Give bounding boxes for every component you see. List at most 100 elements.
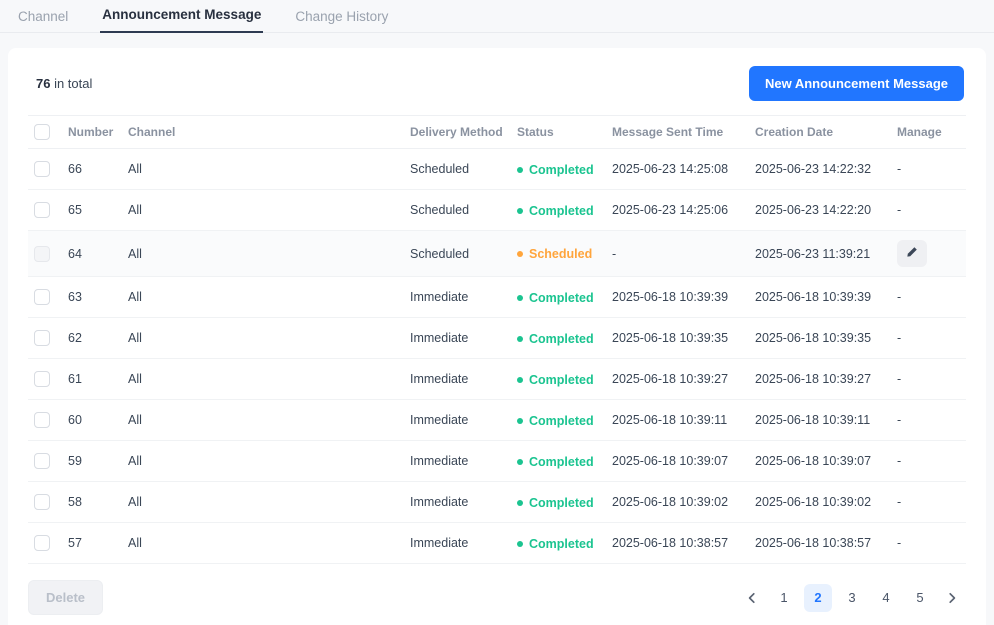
row-creation-date: 2025-06-18 10:39:07	[755, 441, 897, 482]
status-badge: Completed	[517, 496, 594, 510]
row-channel: All	[128, 482, 410, 523]
table-row: 64AllScheduledScheduled-2025-06-23 11:39…	[28, 231, 966, 277]
status-badge: Completed	[517, 537, 594, 551]
row-creation-date: 2025-06-18 10:39:27	[755, 359, 897, 400]
row-delivery-method: Scheduled	[410, 231, 517, 277]
row-checkbox[interactable]	[34, 161, 50, 177]
row-creation-date: 2025-06-18 10:39:35	[755, 318, 897, 359]
total-count-suffix: in total	[50, 76, 92, 91]
page-button-4[interactable]: 4	[872, 584, 900, 612]
tab-bar: Channel Announcement Message Change Hist…	[0, 0, 994, 33]
table-row: 58AllImmediateCompleted2025-06-18 10:39:…	[28, 482, 966, 523]
new-announcement-message-button[interactable]: New Announcement Message	[749, 66, 964, 101]
tab-change-history[interactable]: Change History	[293, 1, 390, 33]
status-dot-icon	[517, 336, 523, 342]
status-badge: Scheduled	[517, 247, 592, 261]
row-message-sent-time: 2025-06-23 14:25:08	[612, 149, 755, 190]
card-toolbar: 76 in total New Announcement Message	[28, 48, 966, 115]
header-number: Number	[68, 116, 128, 149]
row-message-sent-time: 2025-06-18 10:39:39	[612, 277, 755, 318]
table-row: 65AllScheduledCompleted2025-06-23 14:25:…	[28, 190, 966, 231]
status-label: Completed	[529, 537, 594, 551]
row-checkbox[interactable]	[34, 494, 50, 510]
row-number: 65	[68, 190, 128, 231]
chevron-left-icon[interactable]	[740, 584, 764, 612]
row-channel: All	[128, 400, 410, 441]
status-badge: Completed	[517, 414, 594, 428]
row-channel: All	[128, 523, 410, 564]
row-manage-cell: -	[897, 277, 966, 318]
row-number: 62	[68, 318, 128, 359]
row-manage-cell: -	[897, 359, 966, 400]
row-number: 57	[68, 523, 128, 564]
row-channel: All	[128, 149, 410, 190]
row-message-sent-time: 2025-06-18 10:39:11	[612, 400, 755, 441]
page-button-5[interactable]: 5	[906, 584, 934, 612]
row-checkbox[interactable]	[34, 330, 50, 346]
table-row: 62AllImmediateCompleted2025-06-18 10:39:…	[28, 318, 966, 359]
row-channel: All	[128, 231, 410, 277]
row-checkbox[interactable]	[34, 412, 50, 428]
row-creation-date: 2025-06-23 14:22:32	[755, 149, 897, 190]
table-row: 59AllImmediateCompleted2025-06-18 10:39:…	[28, 441, 966, 482]
row-delivery-method: Scheduled	[410, 190, 517, 231]
row-delivery-method: Immediate	[410, 277, 517, 318]
status-badge: Completed	[517, 204, 594, 218]
status-dot-icon	[517, 541, 523, 547]
table-row: 57AllImmediate Completed 2025-06-18 10:38:…	[28, 523, 966, 564]
row-channel: All	[128, 441, 410, 482]
pencil-icon	[906, 246, 918, 261]
row-channel: All	[128, 359, 410, 400]
chevron-right-icon[interactable]	[940, 584, 964, 612]
row-manage-cell: -	[897, 441, 966, 482]
row-manage-cell	[897, 231, 966, 277]
tab-announcement-message[interactable]: Announcement Message	[100, 0, 263, 33]
header-manage: Manage	[897, 116, 966, 149]
status-dot-icon	[517, 459, 523, 465]
row-message-sent-time: 2025-06-18 10:38:57	[612, 523, 755, 564]
status-label: Completed	[529, 414, 594, 428]
header-channel: Channel	[128, 116, 410, 149]
status-label: Completed	[529, 291, 594, 305]
status-dot-icon	[517, 500, 523, 506]
row-channel: All	[128, 190, 410, 231]
table-row: 61AllImmediateCompleted2025-06-18 10:39:…	[28, 359, 966, 400]
status-badge: Completed	[517, 455, 594, 469]
row-message-sent-time: 2025-06-18 10:39:27	[612, 359, 755, 400]
page-button-1[interactable]: 1	[770, 584, 798, 612]
tab-channel[interactable]: Channel	[16, 1, 70, 33]
row-checkbox[interactable]	[34, 289, 50, 305]
row-manage-cell: -	[897, 318, 966, 359]
row-number: 60	[68, 400, 128, 441]
row-creation-date: 2025-06-18 10:39:39	[755, 277, 897, 318]
row-creation-date: 2025-06-18 10:38:57	[755, 523, 897, 564]
row-delivery-method: Immediate	[410, 523, 517, 564]
row-checkbox[interactable]	[34, 371, 50, 387]
status-dot-icon	[517, 208, 523, 214]
row-message-sent-time: -	[612, 231, 755, 277]
row-delivery-method: Immediate	[410, 318, 517, 359]
table-row: 63AllImmediateCompleted2025-06-18 10:39:…	[28, 277, 966, 318]
row-checkbox[interactable]	[34, 202, 50, 218]
edit-button[interactable]	[897, 240, 927, 267]
total-count-text: 76 in total	[36, 76, 92, 91]
table-body: 66AllScheduledCompleted2025-06-23 14:25:…	[28, 149, 966, 564]
status-dot-icon	[517, 251, 523, 257]
select-all-checkbox[interactable]	[34, 124, 50, 140]
delete-button[interactable]: Delete	[28, 580, 103, 615]
total-count-number: 76	[36, 76, 50, 91]
status-dot-icon	[517, 377, 523, 383]
page-button-2[interactable]: 2	[804, 584, 832, 612]
row-number: 61	[68, 359, 128, 400]
page-button-3[interactable]: 3	[838, 584, 866, 612]
row-manage-cell: -	[897, 190, 966, 231]
content-card: 76 in total New Announcement Message Num…	[8, 48, 986, 625]
row-checkbox[interactable]	[34, 535, 50, 551]
row-message-sent-time: 2025-06-18 10:39:07	[612, 441, 755, 482]
row-checkbox[interactable]	[34, 453, 50, 469]
row-creation-date: 2025-06-23 14:22:20	[755, 190, 897, 231]
table-header: Number Channel Delivery Method Status Me…	[28, 116, 966, 149]
row-delivery-method: Immediate	[410, 441, 517, 482]
row-manage-cell: -	[897, 149, 966, 190]
row-checkbox	[34, 246, 50, 262]
